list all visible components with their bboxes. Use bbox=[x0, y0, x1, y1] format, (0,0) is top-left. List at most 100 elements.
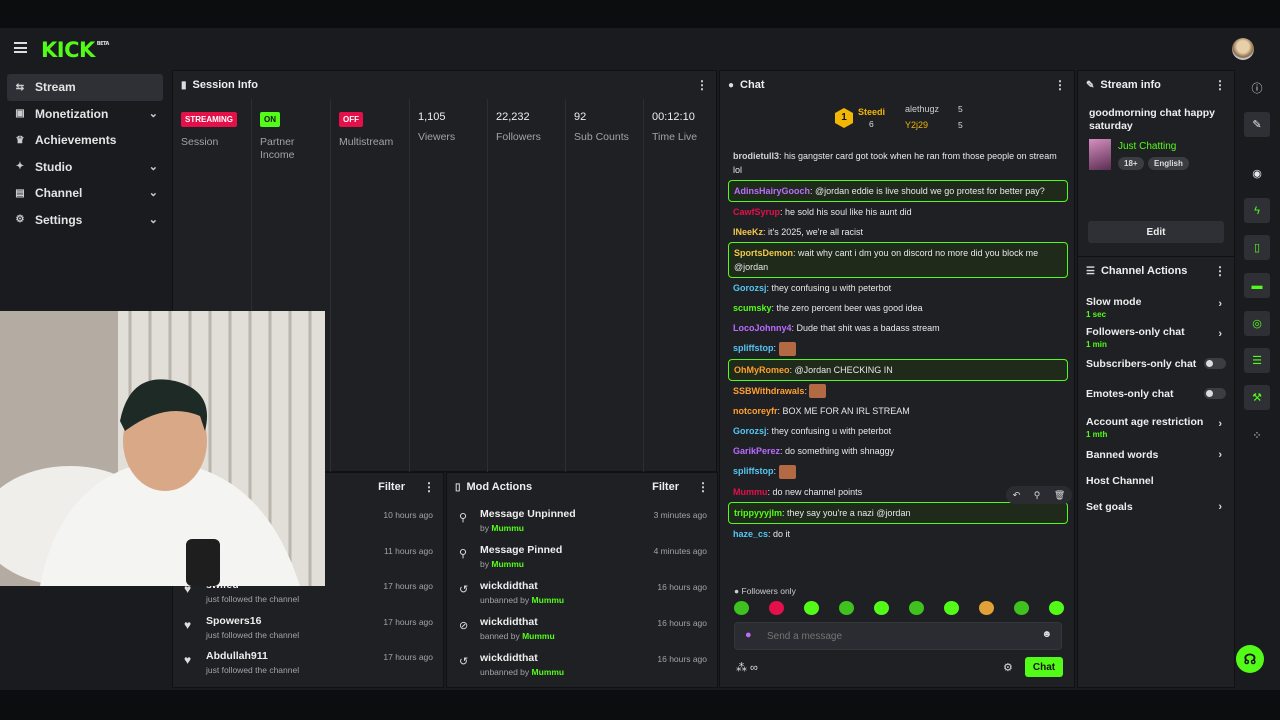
more-icon[interactable]: ⋮ bbox=[696, 78, 708, 92]
chat-username[interactable]: Mummu bbox=[733, 487, 768, 497]
more-icon[interactable]: ⋮ bbox=[423, 480, 435, 494]
chat-username[interactable]: LocoJohnny4 bbox=[733, 323, 792, 333]
leader-name[interactable]: alethugz bbox=[905, 104, 939, 114]
followers-only-setting[interactable]: Followers-only chat 1 min › bbox=[1078, 321, 1234, 351]
send-chat-button[interactable]: Chat bbox=[1025, 657, 1063, 677]
emote-icon[interactable] bbox=[804, 601, 819, 615]
banned-words-setting[interactable]: Banned words › bbox=[1078, 442, 1234, 468]
reply-icon[interactable]: ↶ bbox=[1013, 490, 1021, 501]
chat-message[interactable]: OhMyRomeo: @Jordan CHECKING IN bbox=[728, 358, 1068, 381]
account-age-setting[interactable]: Account age restriction 1 mth › bbox=[1078, 411, 1234, 442]
mod-user[interactable]: Mummu bbox=[491, 559, 524, 569]
chat-message[interactable]: GarikPerez: do something with shnaggy bbox=[728, 441, 1068, 461]
chat-message[interactable]: INeeKz: it's 2025, we're all racist bbox=[728, 222, 1068, 242]
chat-username[interactable]: haze_cs bbox=[733, 529, 768, 539]
more-icon[interactable]: ⋮ bbox=[1214, 78, 1226, 92]
emote-icon[interactable] bbox=[944, 601, 959, 615]
bolt-icon[interactable]: ϟ bbox=[1244, 198, 1270, 223]
chat-username[interactable]: Gorozsj bbox=[733, 283, 767, 293]
list-icon[interactable]: ☰ bbox=[1244, 348, 1270, 373]
emote-icon[interactable] bbox=[1014, 601, 1029, 615]
sidebar-item-achievements[interactable]: ♛ Achievements bbox=[0, 127, 170, 154]
more-icon[interactable]: ⋮ bbox=[1214, 264, 1226, 278]
kick-logo[interactable]: KICK BETA bbox=[41, 38, 109, 62]
tag[interactable]: 18+ bbox=[1118, 157, 1144, 170]
category-link[interactable]: Just Chatting bbox=[1118, 141, 1176, 152]
emote-icon[interactable] bbox=[874, 601, 889, 615]
emote-icon[interactable] bbox=[979, 601, 994, 615]
chat-message[interactable]: brodietull3: his gangster card got took … bbox=[728, 146, 1068, 180]
chat-username[interactable]: notcoreyfr bbox=[733, 406, 778, 416]
sidebar-item-monetization[interactable]: ▣ Monetization ⌄ bbox=[0, 101, 170, 128]
apps-icon[interactable]: ⁘ bbox=[1244, 423, 1270, 448]
mod-user[interactable]: Mummu bbox=[532, 595, 565, 605]
chat-message[interactable]: Gorozsj: they confusing u with peterbot bbox=[728, 278, 1068, 298]
chat-username[interactable]: AdinsHairyGooch bbox=[734, 186, 810, 196]
chat-message[interactable]: Gorozsj: they confusing u with peterbot bbox=[728, 421, 1068, 441]
chat-username[interactable]: scumsky bbox=[733, 303, 772, 313]
user-avatar[interactable] bbox=[1232, 38, 1254, 60]
camera-icon[interactable]: ◉ bbox=[1244, 161, 1270, 186]
settings-icon[interactable]: ⚙ bbox=[1003, 661, 1013, 674]
mic-icon[interactable]: ● bbox=[745, 629, 752, 641]
tag[interactable]: English bbox=[1148, 157, 1189, 170]
sidebar-item-stream[interactable]: ⇆ Stream bbox=[7, 74, 163, 101]
chat-message[interactable]: spliffstop: bbox=[728, 338, 1068, 359]
emote-icon[interactable] bbox=[839, 601, 854, 615]
chat-message[interactable]: SSBWithdrawals: bbox=[728, 381, 1068, 402]
more-icon[interactable]: ⋮ bbox=[1054, 78, 1066, 92]
chat-username[interactable]: CawfSyrup bbox=[733, 207, 780, 217]
pencil-icon[interactable]: ✎ bbox=[1244, 112, 1270, 137]
emotes-only-toggle[interactable] bbox=[1204, 388, 1226, 399]
mod-user[interactable]: Mummu bbox=[532, 667, 565, 677]
message-field[interactable] bbox=[767, 627, 1027, 645]
chat-username[interactable]: brodietull3 bbox=[733, 151, 779, 161]
edit-button[interactable]: Edit bbox=[1088, 221, 1224, 243]
chat-username[interactable]: Gorozsj bbox=[733, 426, 767, 436]
filter-button[interactable]: Filter bbox=[378, 481, 405, 493]
chat-message[interactable]: notcoreyfr: BOX ME FOR AN IRL STREAM bbox=[728, 401, 1068, 421]
host-channel-setting[interactable]: Host Channel bbox=[1078, 468, 1234, 494]
document-icon[interactable]: ▯ bbox=[1244, 235, 1270, 260]
chat-input[interactable]: ● ☻ bbox=[734, 622, 1062, 650]
chat-username[interactable]: SSBWithdrawals bbox=[733, 386, 804, 396]
chat-username[interactable]: OhMyRomeo bbox=[734, 365, 790, 375]
chat-message[interactable]: scumsky: the zero percent beer was good … bbox=[728, 298, 1068, 318]
broadcast-icon[interactable]: ◎ bbox=[1244, 311, 1270, 336]
wrench-icon[interactable]: ⚒ bbox=[1244, 385, 1270, 410]
chat-message[interactable]: spliffstop: bbox=[728, 461, 1068, 482]
chat-message[interactable]: SportsDemon: wait why cant i dm you on d… bbox=[728, 242, 1068, 278]
emote-icon[interactable] bbox=[769, 601, 784, 615]
filter-button[interactable]: Filter bbox=[652, 481, 679, 493]
chat-message[interactable]: AdinsHairyGooch: @jordan eddie is live s… bbox=[728, 180, 1068, 202]
chat-username[interactable]: spliffstop bbox=[733, 343, 774, 353]
leader-name[interactable]: Y2j29 bbox=[905, 120, 928, 130]
chat-username[interactable]: GarikPerez bbox=[733, 446, 780, 456]
menu-icon[interactable] bbox=[14, 42, 27, 53]
chat-message[interactable]: CawfSyrup: he sold his soul like his aun… bbox=[728, 202, 1068, 222]
emote-icon[interactable] bbox=[1049, 601, 1064, 615]
points-icon[interactable]: ⁂ ∞ bbox=[736, 661, 758, 674]
leader-name[interactable]: Steedi bbox=[858, 107, 885, 117]
emote-icon[interactable] bbox=[734, 601, 749, 615]
sidebar-item-studio[interactable]: ✦ Studio ⌄ bbox=[0, 154, 170, 181]
chat-username[interactable]: SportsDemon bbox=[734, 248, 793, 258]
chat-username[interactable]: trippyyyjlm bbox=[734, 508, 782, 518]
subscribers-only-toggle[interactable] bbox=[1204, 358, 1226, 369]
support-icon[interactable]: ☊ bbox=[1236, 645, 1264, 673]
chat-message[interactable]: trippyyyjlm: they say you're a nazi @jor… bbox=[728, 501, 1068, 524]
emoji-icon[interactable]: ☻ bbox=[1041, 629, 1052, 640]
set-goals-setting[interactable]: Set goals › bbox=[1078, 494, 1234, 520]
delete-icon[interactable]: 🗑 bbox=[1054, 490, 1065, 501]
slow-mode-setting[interactable]: Slow mode 1 sec › bbox=[1078, 291, 1234, 321]
chat-message[interactable]: haze_cs: do it bbox=[728, 524, 1068, 544]
sidebar-item-settings[interactable]: ⚙ Settings ⌄ bbox=[0, 207, 170, 234]
sidebar-item-channel[interactable]: ▤ Channel ⌄ bbox=[0, 180, 170, 207]
chat-icon[interactable]: ▬ bbox=[1244, 273, 1270, 298]
mod-user[interactable]: Mummu bbox=[491, 523, 524, 533]
pin-icon[interactable]: ⚲ bbox=[1034, 490, 1041, 501]
mod-user[interactable]: Mummu bbox=[522, 631, 555, 641]
more-icon[interactable]: ⋮ bbox=[697, 480, 709, 494]
chat-username[interactable]: spliffstop bbox=[733, 466, 774, 476]
emote-icon[interactable] bbox=[909, 601, 924, 615]
